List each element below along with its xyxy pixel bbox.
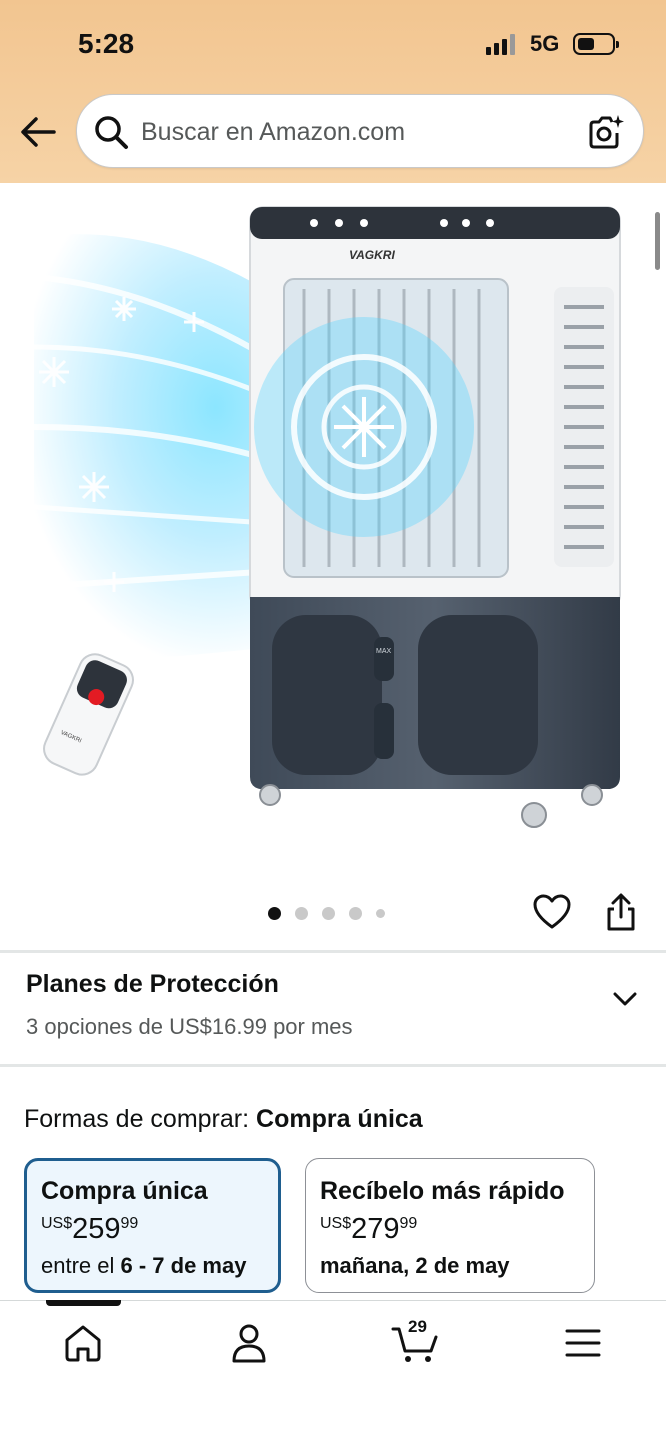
option-title: Recíbelo más rápido [320, 1177, 565, 1205]
carousel-dot[interactable] [349, 906, 362, 920]
delivery-date: 6 - 7 de may [120, 1253, 247, 1278]
signal-icon [486, 33, 520, 55]
scroll-indicator[interactable] [655, 212, 660, 270]
back-arrow-icon[interactable] [18, 112, 58, 152]
status-time: 5:28 [78, 28, 135, 59]
price-fraction: 99 [120, 1215, 139, 1232]
carousel-dot[interactable] [376, 908, 385, 918]
price-whole: 279 [351, 1213, 400, 1245]
bottom-nav: 29 [0, 1300, 666, 1440]
protection-plans-subtitle: 3 opciones de US$16.99 por mes [26, 1014, 353, 1039]
protection-plans-title: Planes de Protección [26, 970, 279, 998]
battery-icon [573, 33, 619, 55]
share-icon[interactable] [602, 892, 640, 932]
delivery-date: mañana, 2 de may [320, 1253, 510, 1278]
option-price: US$25999 [41, 1213, 138, 1246]
option-delivery: mañana, 2 de may [320, 1253, 510, 1279]
ways-to-buy-prefix: Formas de comprar: [24, 1105, 250, 1133]
price-currency: US$ [320, 1215, 352, 1232]
ways-to-buy-label: Formas de comprar: Compra única [24, 1105, 423, 1134]
delivery-prefix: entre el [41, 1253, 121, 1278]
option-card-faster[interactable]: Recíbelo más rápido US$27999 mañana, 2 d… [305, 1158, 595, 1293]
cart-count-badge: 29 [408, 1317, 427, 1336]
camera-search-icon[interactable] [587, 113, 625, 151]
carousel-dot[interactable] [295, 906, 308, 920]
carousel-dot[interactable] [322, 906, 335, 920]
option-title: Compra única [41, 1177, 208, 1205]
menu-icon[interactable] [561, 1321, 605, 1365]
option-card-one-time[interactable]: Compra única US$25999 entre el 6 - 7 de … [24, 1158, 281, 1293]
network-label: 5G [530, 31, 560, 56]
image-carousel-dots[interactable] [268, 904, 385, 922]
price-whole: 259 [72, 1213, 121, 1245]
chevron-down-icon[interactable] [610, 984, 640, 1014]
nav-active-indicator [46, 1300, 121, 1306]
carousel-dot[interactable] [268, 906, 281, 920]
ways-to-buy-selected: Compra única [256, 1105, 423, 1133]
home-icon[interactable] [61, 1321, 105, 1365]
price-fraction: 99 [399, 1215, 418, 1232]
option-delivery: entre el 6 - 7 de may [41, 1253, 246, 1279]
svg-text:MAX: MAX [376, 648, 392, 655]
divider [0, 1064, 666, 1067]
search-box[interactable] [76, 94, 644, 168]
header: 5:28 5G [0, 0, 666, 183]
divider [0, 950, 666, 953]
heart-icon[interactable] [532, 892, 572, 932]
option-price: US$27999 [320, 1213, 417, 1246]
search-input[interactable] [141, 113, 571, 151]
price-currency: US$ [41, 1215, 73, 1232]
account-icon[interactable] [227, 1321, 271, 1365]
product-image[interactable]: VAGKRI MAX VAGKRI [34, 197, 632, 837]
svg-text:VAGKRI: VAGKRI [349, 248, 395, 262]
search-icon[interactable] [93, 114, 129, 150]
